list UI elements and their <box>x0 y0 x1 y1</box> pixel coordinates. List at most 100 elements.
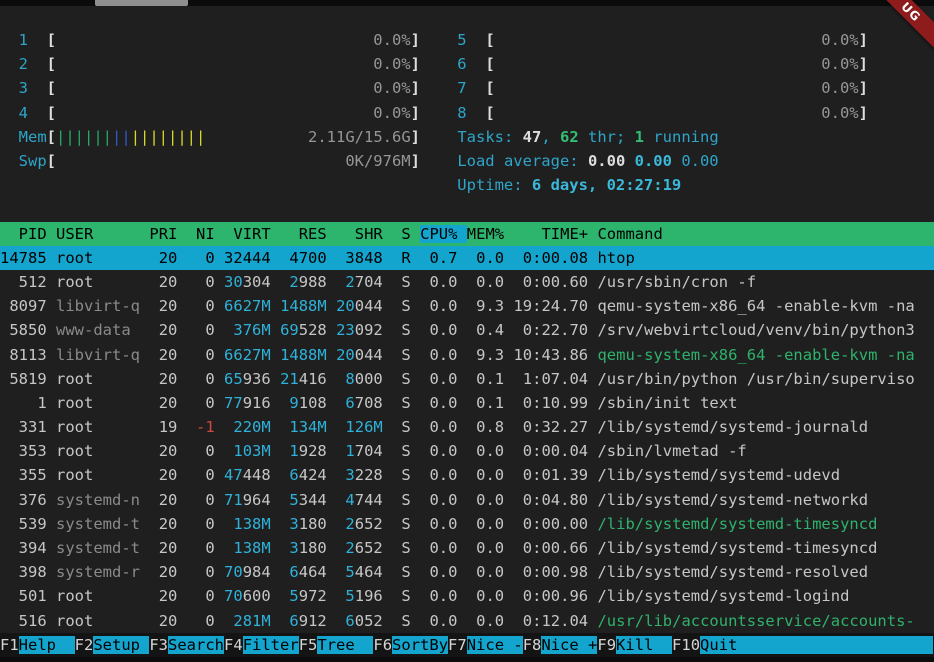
column-header-res[interactable]: RES <box>280 225 327 243</box>
fkey-help[interactable]: F1Help <box>0 636 75 654</box>
cell-pid: 501 <box>0 587 47 605</box>
cell-pid: 5850 <box>0 321 47 339</box>
toolbar-handle[interactable] <box>95 0 188 6</box>
spacer <box>140 249 149 267</box>
cell-state: S <box>401 515 410 533</box>
column-header-virt[interactable]: VIRT <box>224 225 271 243</box>
cell-res-lo: 928 <box>299 442 327 460</box>
bottom-strip <box>0 657 934 662</box>
spacer <box>327 249 336 267</box>
fkey-setup[interactable]: F2Setup <box>75 636 150 654</box>
spacer <box>177 297 186 315</box>
table-header[interactable]: PID USER PRI NI VIRT RES SHR S CPU% MEM%… <box>0 222 934 246</box>
spacer <box>383 612 402 630</box>
cell-command: qemu-system-x86_64 -enable-kvm -na <box>597 297 914 315</box>
spacer <box>177 563 186 581</box>
process-row-501[interactable]: 501 root 20 0 70600 5972 5196 S 0.0 0.0 … <box>0 584 934 608</box>
fkey-sortby[interactable]: F6SortBy <box>373 636 448 654</box>
cell-shr-lo: 044 <box>355 346 383 364</box>
process-row-516[interactable]: 516 root 20 0 281M 6912 6052 S 0.0 0.0 0… <box>0 609 934 633</box>
process-row-376[interactable]: 376 systemd-n 20 0 71964 5344 4744 S 0.0… <box>0 488 934 512</box>
fkey-action: SortBy <box>392 636 448 654</box>
column-header-mem[interactable]: MEM% <box>467 225 504 243</box>
cell-pri: 20 <box>149 563 177 581</box>
meter-open-bracket: [ <box>485 79 494 97</box>
column-header-command[interactable]: Command <box>597 225 662 243</box>
process-row-8097[interactable]: 8097 libvirt-q 20 0 6627M 1488M 20044 S … <box>0 294 934 318</box>
column-header-pid[interactable]: PID <box>0 225 47 243</box>
meter-space <box>56 79 373 97</box>
column-header-shr[interactable]: SHR <box>336 225 383 243</box>
process-row-8113[interactable]: 8113 libvirt-q 20 0 6627M 1488M 20044 S … <box>0 343 934 367</box>
cell-ni: 0 <box>187 466 215 484</box>
cell-pid: 394 <box>0 539 47 557</box>
process-row-512[interactable]: 512 root 20 0 30304 2988 2704 S 0.0 0.0 … <box>0 270 934 294</box>
cell-shr-lo: 000 <box>355 370 383 388</box>
meter-space <box>495 55 822 73</box>
fkey-number: F2 <box>75 636 94 654</box>
cell-shr-lo: 464 <box>355 563 383 581</box>
spacer <box>140 563 149 581</box>
process-row-14785[interactable]: 14785 root 20 0 32444 4700 3848 R 0.7 0.… <box>0 246 934 270</box>
process-row-1[interactable]: 1 root 20 0 77916 9108 6708 S 0.0 0.1 0:… <box>0 391 934 415</box>
fkey-filter[interactable]: F4Filter <box>224 636 299 654</box>
spacer <box>420 31 457 49</box>
cell-state: S <box>401 297 410 315</box>
process-row-5819[interactable]: 5819 root 20 0 65936 21416 8000 S 0.0 0.… <box>0 367 934 391</box>
process-row-5850[interactable]: 5850 www-data 20 0 376M 69528 23092 S 0.… <box>0 318 934 342</box>
cell-res-hi: 6 <box>280 612 299 630</box>
column-header-ni[interactable]: NI <box>187 225 215 243</box>
cell-cpu: 0.0 <box>420 442 457 460</box>
spacer <box>383 466 402 484</box>
process-row-355[interactable]: 355 root 20 0 47448 6424 3228 S 0.0 0.0 … <box>0 463 934 487</box>
cell-time: 0:22.70 <box>513 321 588 339</box>
spacer <box>215 539 224 557</box>
fkey-nice[interactable]: F7Nice - <box>448 636 523 654</box>
cell-res-lo: 528 <box>299 321 327 339</box>
cell-virt-hi: 47 <box>224 466 243 484</box>
column-header-s[interactable]: S <box>401 225 410 243</box>
cell-virt-lo: 448 <box>243 466 271 484</box>
column-header-pri[interactable]: PRI <box>149 225 177 243</box>
spacer <box>411 273 420 291</box>
cell-cpu: 0.0 <box>420 346 457 364</box>
fkey-number: F10 <box>672 636 700 654</box>
fkey-nice[interactable]: F8Nice + <box>523 636 598 654</box>
spacer <box>327 612 336 630</box>
process-row-331[interactable]: 331 root 19 -1 220M 134M 126M S 0.0 0.8 … <box>0 415 934 439</box>
meter-close-bracket: ] <box>411 152 420 170</box>
cell-ni: -1 <box>187 418 215 436</box>
spacer <box>140 297 149 315</box>
fkey-quit[interactable]: F10Quit <box>672 636 933 654</box>
column-header-cpu[interactable]: CPU% <box>420 225 467 243</box>
process-row-539[interactable]: 539 systemd-t 20 0 138M 3180 2652 S 0.0 … <box>0 512 934 536</box>
spacer <box>177 515 186 533</box>
spacer <box>271 442 280 460</box>
cell-pri: 20 <box>149 370 177 388</box>
fkey-kill[interactable]: F9Kill <box>597 636 672 654</box>
fkey-tree[interactable]: F5Tree <box>299 636 374 654</box>
cell-cpu: 0.0 <box>420 612 457 630</box>
column-header-user[interactable]: USER <box>56 225 140 243</box>
cell-cpu: 0.7 <box>420 249 457 267</box>
column-header-time[interactable]: TIME+ <box>513 225 588 243</box>
fkey-search[interactable]: F3Search <box>149 636 224 654</box>
spacer <box>411 491 420 509</box>
cell-time: 10:43.86 <box>513 346 588 364</box>
cell-pri: 20 <box>149 273 177 291</box>
process-row-398[interactable]: 398 systemd-r 20 0 70984 6464 5464 S 0.0… <box>0 560 934 584</box>
spacer <box>271 249 280 267</box>
meter-space <box>495 79 822 97</box>
cell-user: root <box>56 249 140 267</box>
cell-ni: 0 <box>187 539 215 557</box>
mem-label: Mem <box>0 128 47 146</box>
spacer <box>47 394 56 412</box>
cell-mem: 0.0 <box>467 249 504 267</box>
process-row-394[interactable]: 394 systemd-t 20 0 138M 3180 2652 S 0.0 … <box>0 536 934 560</box>
cell-res-hi: 6 <box>280 563 299 581</box>
cell-pri: 20 <box>149 491 177 509</box>
cell-res-lo: 416 <box>299 370 327 388</box>
spacer <box>383 539 402 557</box>
tasks-running-count: 1 <box>635 128 644 146</box>
process-row-353[interactable]: 353 root 20 0 103M 1928 1704 S 0.0 0.0 0… <box>0 439 934 463</box>
